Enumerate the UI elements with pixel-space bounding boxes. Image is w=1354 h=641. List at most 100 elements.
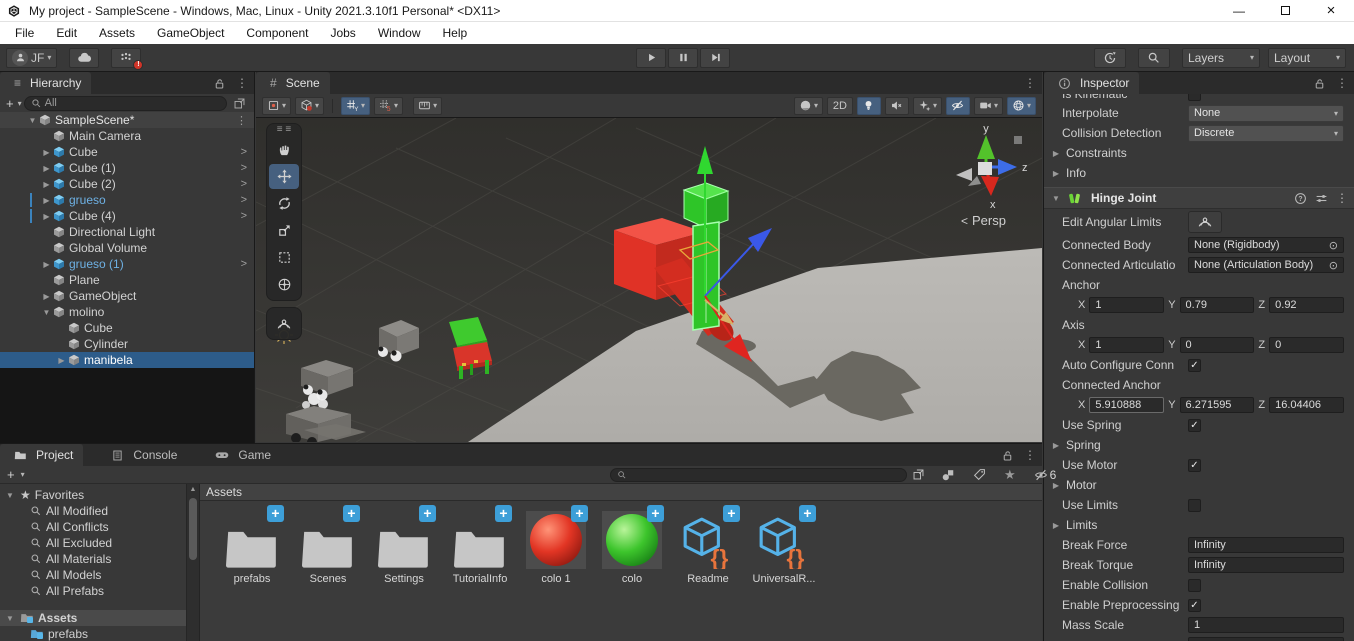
asset-tile-script[interactable]: + UniversalR... xyxy=(746,505,822,585)
tab-inspector[interactable]: Inspector xyxy=(1044,72,1140,94)
anchor-z-input[interactable]: 0.92 xyxy=(1269,297,1344,313)
palette-grip[interactable]: ≡ ≡ xyxy=(277,125,291,136)
scrollbar-thumb[interactable] xyxy=(189,498,197,560)
hidden-packages-toggle[interactable]: 6 xyxy=(1034,468,1056,482)
auto-configure-checkbox[interactable]: ✓ xyxy=(1188,358,1201,372)
tab-hierarchy[interactable]: ≡ Hierarchy xyxy=(0,72,92,94)
search-button[interactable] xyxy=(1138,47,1170,68)
cloud-services-button[interactable] xyxy=(69,47,100,68)
favorites-item[interactable]: All Conflicts xyxy=(0,519,199,535)
project-search-input[interactable] xyxy=(610,467,907,482)
object-picker-icon[interactable]: ⊙ xyxy=(1329,259,1338,272)
lighting-toggle[interactable] xyxy=(856,96,881,115)
open-search-window-button[interactable] xyxy=(912,468,925,481)
info-foldout[interactable]: ▶ Info xyxy=(1044,163,1354,183)
lock-icon[interactable] xyxy=(209,72,230,94)
connected-anchor-y-input[interactable]: 6.271595 xyxy=(1179,397,1255,413)
minimize-button[interactable]: — xyxy=(1216,0,1262,22)
foldout-closed-icon[interactable]: ▶ xyxy=(40,292,53,301)
favorites-item[interactable]: All Excluded xyxy=(0,535,199,551)
grid-snap-toggle[interactable]: ▾ xyxy=(341,96,371,115)
tree-item-prefabs[interactable]: prefabs xyxy=(0,626,199,641)
tool-handle-rotation-dropdown[interactable]: ▾ xyxy=(295,96,325,115)
hierarchy-item[interactable]: ▶ Cube (1) > xyxy=(0,160,254,176)
maximize-button[interactable] xyxy=(1262,0,1308,22)
snap-increment-dropdown[interactable]: ▾ xyxy=(374,96,404,115)
gizmos-dropdown[interactable]: ▾ xyxy=(1006,96,1036,115)
hierarchy-item[interactable]: ▶ grueso (1) > xyxy=(0,256,254,272)
move-tool-button[interactable] xyxy=(269,164,299,189)
axis-z-input[interactable]: 0 xyxy=(1269,337,1344,353)
menu-file[interactable]: File xyxy=(4,22,45,44)
pause-button[interactable] xyxy=(668,47,698,68)
gizmo-y-label[interactable]: y xyxy=(983,123,989,135)
interpolate-dropdown[interactable]: None ▾ xyxy=(1188,104,1344,122)
gizmo-x-label[interactable]: x xyxy=(990,199,996,211)
collab-button[interactable]: ! xyxy=(111,47,144,70)
close-button[interactable]: × xyxy=(1308,0,1354,22)
search-by-label-button[interactable] xyxy=(973,468,986,481)
account-button[interactable]: JF ▾ xyxy=(6,47,58,68)
menu-assets[interactable]: Assets xyxy=(88,22,146,44)
scene-menu-icon[interactable]: ⋮ xyxy=(236,114,247,127)
panel-menu-button[interactable]: ⋮ xyxy=(1018,72,1042,94)
anchor-y-input[interactable]: 0.79 xyxy=(1179,297,1255,313)
menu-edit[interactable]: Edit xyxy=(45,22,88,44)
create-asset-button[interactable]: + xyxy=(5,467,17,482)
collision-detection-dropdown[interactable]: Discrete ▾ xyxy=(1188,124,1344,142)
hierarchy-item[interactable]: Main Camera xyxy=(0,128,254,144)
snap-settings-dropdown[interactable]: ▾ xyxy=(413,96,443,115)
gizmo-z-label[interactable]: z xyxy=(1022,162,1028,174)
hierarchy-item[interactable]: Cylinder xyxy=(0,336,254,352)
open-prefab-icon[interactable]: > xyxy=(241,210,247,222)
foldout-closed-icon[interactable]: ▶ xyxy=(40,212,53,221)
transform-tool-button[interactable] xyxy=(269,272,299,297)
menu-component[interactable]: Component xyxy=(235,22,319,44)
hierarchy-item[interactable]: Global Volume xyxy=(0,240,254,256)
tab-console[interactable]: Console xyxy=(97,444,187,466)
lock-icon[interactable] xyxy=(997,444,1018,466)
open-search-window-icon[interactable] xyxy=(229,97,250,110)
open-prefab-icon[interactable]: > xyxy=(241,178,247,190)
favorites-section[interactable]: ▼ ★ Favorites xyxy=(0,487,199,503)
hierarchy-search-input[interactable]: All xyxy=(23,95,227,111)
foldout-closed-icon[interactable]: ▶ xyxy=(40,196,53,205)
open-prefab-icon[interactable]: > xyxy=(241,194,247,206)
asset-tile-material[interactable]: + colo xyxy=(594,505,670,585)
asset-tile-material[interactable]: + colo 1 xyxy=(518,505,594,585)
help-icon[interactable] xyxy=(1294,192,1307,205)
use-limits-checkbox[interactable] xyxy=(1188,498,1201,512)
hierarchy-item[interactable]: ▶ GameObject xyxy=(0,288,254,304)
enable-collision-checkbox[interactable] xyxy=(1188,578,1201,592)
hierarchy-item[interactable]: ▶ grueso > xyxy=(0,192,254,208)
favorites-item[interactable]: All Prefabs xyxy=(0,583,199,599)
break-torque-input[interactable]: Infinity xyxy=(1188,557,1344,573)
hinge-joint-header[interactable]: ▼ Hinge Joint ⋮ xyxy=(1044,187,1354,209)
audio-toggle[interactable] xyxy=(884,96,909,115)
motor-foldout[interactable]: ▶ Motor xyxy=(1044,475,1354,495)
layout-dropdown[interactable]: Layout ▾ xyxy=(1268,47,1346,68)
favorites-item[interactable]: All Materials xyxy=(0,551,199,567)
foldout-closed-icon[interactable]: ▶ xyxy=(40,148,53,157)
favorites-item[interactable]: All Modified xyxy=(0,503,199,519)
camera-preview-dropdown[interactable]: ▾ xyxy=(973,96,1003,115)
foldout-open-icon[interactable]: ▼ xyxy=(4,491,16,500)
use-spring-checkbox[interactable]: ✓ xyxy=(1188,418,1201,432)
draw-mode-dropdown[interactable]: ▾ xyxy=(793,96,823,115)
menu-gameobject[interactable]: GameObject xyxy=(146,22,235,44)
panel-menu-button[interactable]: ⋮ xyxy=(1018,444,1042,466)
hierarchy-item[interactable]: Directional Light xyxy=(0,224,254,240)
play-button[interactable] xyxy=(636,47,666,68)
foldout-closed-icon[interactable]: ▶ xyxy=(40,260,53,269)
assets-breadcrumb[interactable]: Assets xyxy=(200,484,1042,501)
chevron-down-icon[interactable]: ▾ xyxy=(18,99,22,108)
menu-help[interactable]: Help xyxy=(432,22,479,44)
anchor-x-input[interactable]: 1 xyxy=(1089,297,1165,313)
is-kinematic-checkbox[interactable] xyxy=(1188,94,1201,101)
foldout-closed-icon[interactable]: ▶ xyxy=(55,356,68,365)
foldout-open-icon[interactable]: ▼ xyxy=(26,116,39,125)
foldout-open-icon[interactable]: ▼ xyxy=(1050,194,1062,203)
favorites-button[interactable]: ★ xyxy=(1004,467,1016,483)
favorites-item[interactable]: All Models xyxy=(0,567,199,583)
persp-label[interactable]: Persp xyxy=(972,213,1006,228)
